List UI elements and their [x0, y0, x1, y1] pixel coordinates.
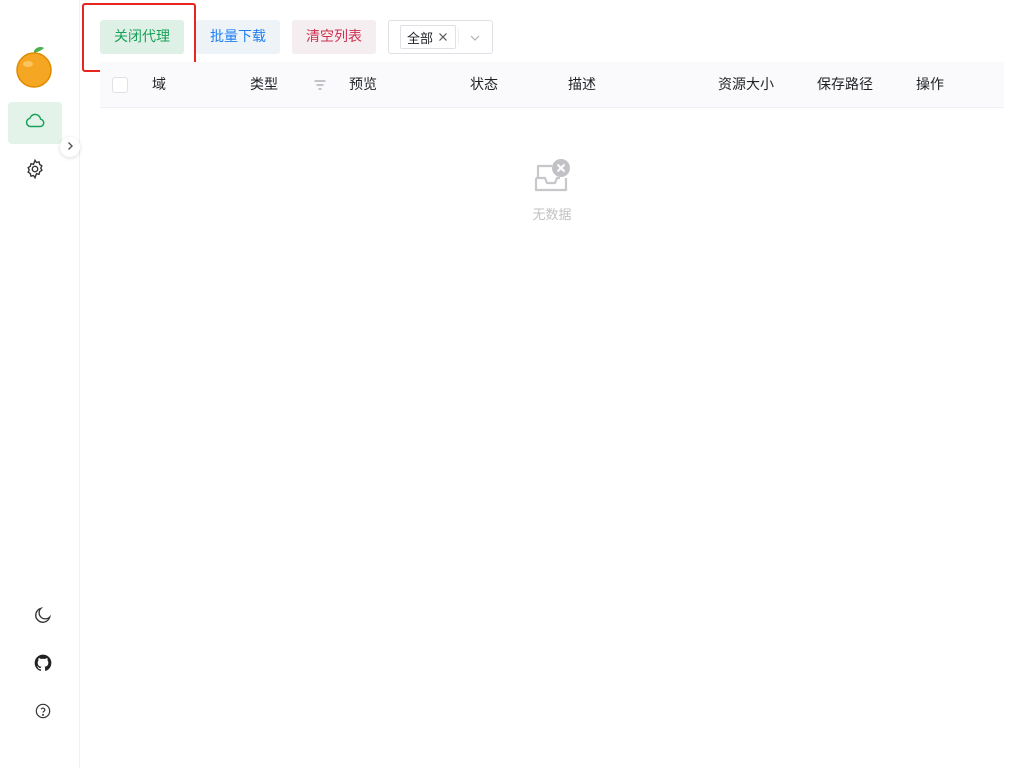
chevron-down-icon[interactable]	[468, 31, 482, 45]
column-header-size[interactable]: 资源大小	[718, 62, 774, 108]
gear-icon	[24, 158, 46, 184]
sidebar-collapse-button[interactable]	[60, 137, 80, 157]
github-button[interactable]	[31, 653, 55, 677]
help-button[interactable]	[31, 701, 55, 725]
column-header-description[interactable]: 描述	[568, 62, 596, 108]
table-header: 域 类型 预览 状态 描述 资源大小 保存路径 操作	[100, 62, 1004, 108]
github-icon	[33, 653, 53, 677]
close-icon[interactable]	[437, 31, 449, 43]
theme-toggle-button[interactable]	[31, 605, 55, 629]
column-header-preview[interactable]: 预览	[349, 62, 377, 108]
type-filter-select[interactable]: 全部	[388, 20, 493, 54]
filter-tag: 全部	[400, 25, 457, 49]
empty-text: 无数据	[532, 208, 572, 223]
select-divider	[458, 29, 459, 45]
nav-settings[interactable]	[8, 150, 62, 192]
moon-icon	[33, 605, 53, 629]
column-header-save-path[interactable]: 保存路径	[817, 62, 873, 108]
column-header-domain[interactable]: 域	[152, 62, 166, 108]
nav-cloud[interactable]	[8, 102, 62, 144]
filter-tag-label: 全部	[407, 31, 434, 47]
empty-inbox-icon	[532, 156, 572, 196]
select-all-checkbox[interactable]	[112, 77, 128, 93]
close-proxy-button[interactable]: 关闭代理	[100, 20, 184, 54]
cloud-icon	[24, 110, 46, 136]
sidebar	[0, 0, 80, 768]
column-header-status[interactable]: 状态	[470, 62, 498, 108]
empty-state: 无数据	[500, 156, 604, 223]
filter-icon[interactable]	[313, 78, 327, 92]
column-header-actions[interactable]: 操作	[916, 62, 944, 108]
column-header-type[interactable]: 类型	[250, 62, 278, 108]
help-icon	[35, 703, 51, 723]
chevron-right-icon	[65, 139, 75, 155]
orange-fruit-icon	[14, 45, 54, 89]
batch-download-button[interactable]: 批量下载	[196, 20, 280, 54]
clear-list-button[interactable]: 清空列表	[292, 20, 376, 54]
